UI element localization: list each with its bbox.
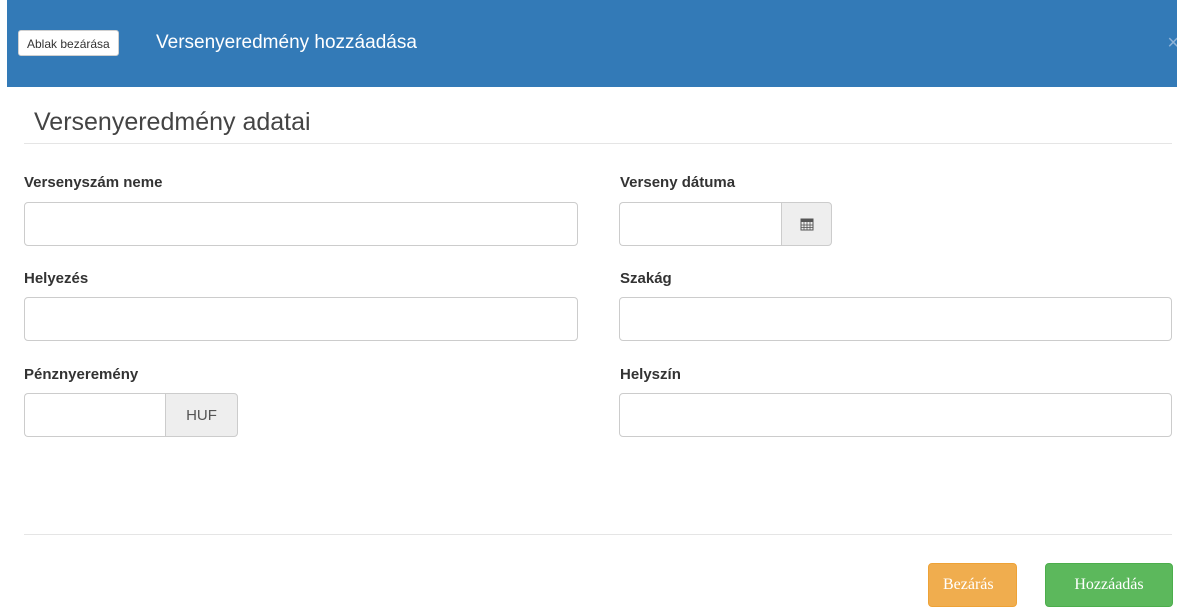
location-label: Helyszín [620,366,681,383]
footer-divider [24,534,1172,535]
placement-input[interactable] [24,297,578,341]
modal-title: Versenyeredmény hozzáadása [156,32,417,53]
section-divider [24,143,1172,144]
add-button[interactable]: Hozzáadás [1045,563,1173,607]
calendar-icon [800,218,813,231]
discipline-label: Szakág [620,270,672,287]
date-label: Verseny dátuma [620,174,736,191]
placement-label: Helyezés [24,270,89,287]
prize-input[interactable] [24,393,166,437]
section-title: Versenyeredmény adatai [34,108,311,136]
location-input[interactable] [619,393,1172,437]
date-picker-button[interactable] [781,202,832,246]
close-icon[interactable]: × [1167,30,1177,56]
modal-header: Ablak bezárása Versenyeredmény hozzáadás… [7,0,1177,87]
close-window-button[interactable]: Ablak bezárása [18,30,119,56]
prize-label: Pénznyeremény [24,366,139,383]
date-input[interactable] [619,202,782,246]
discipline-input[interactable] [619,297,1172,341]
close-button[interactable]: Bezárás [928,563,1017,607]
event-name-input[interactable] [24,202,578,246]
event-name-label: Versenyszám neme [24,174,163,191]
currency-addon: HUF [165,393,238,437]
